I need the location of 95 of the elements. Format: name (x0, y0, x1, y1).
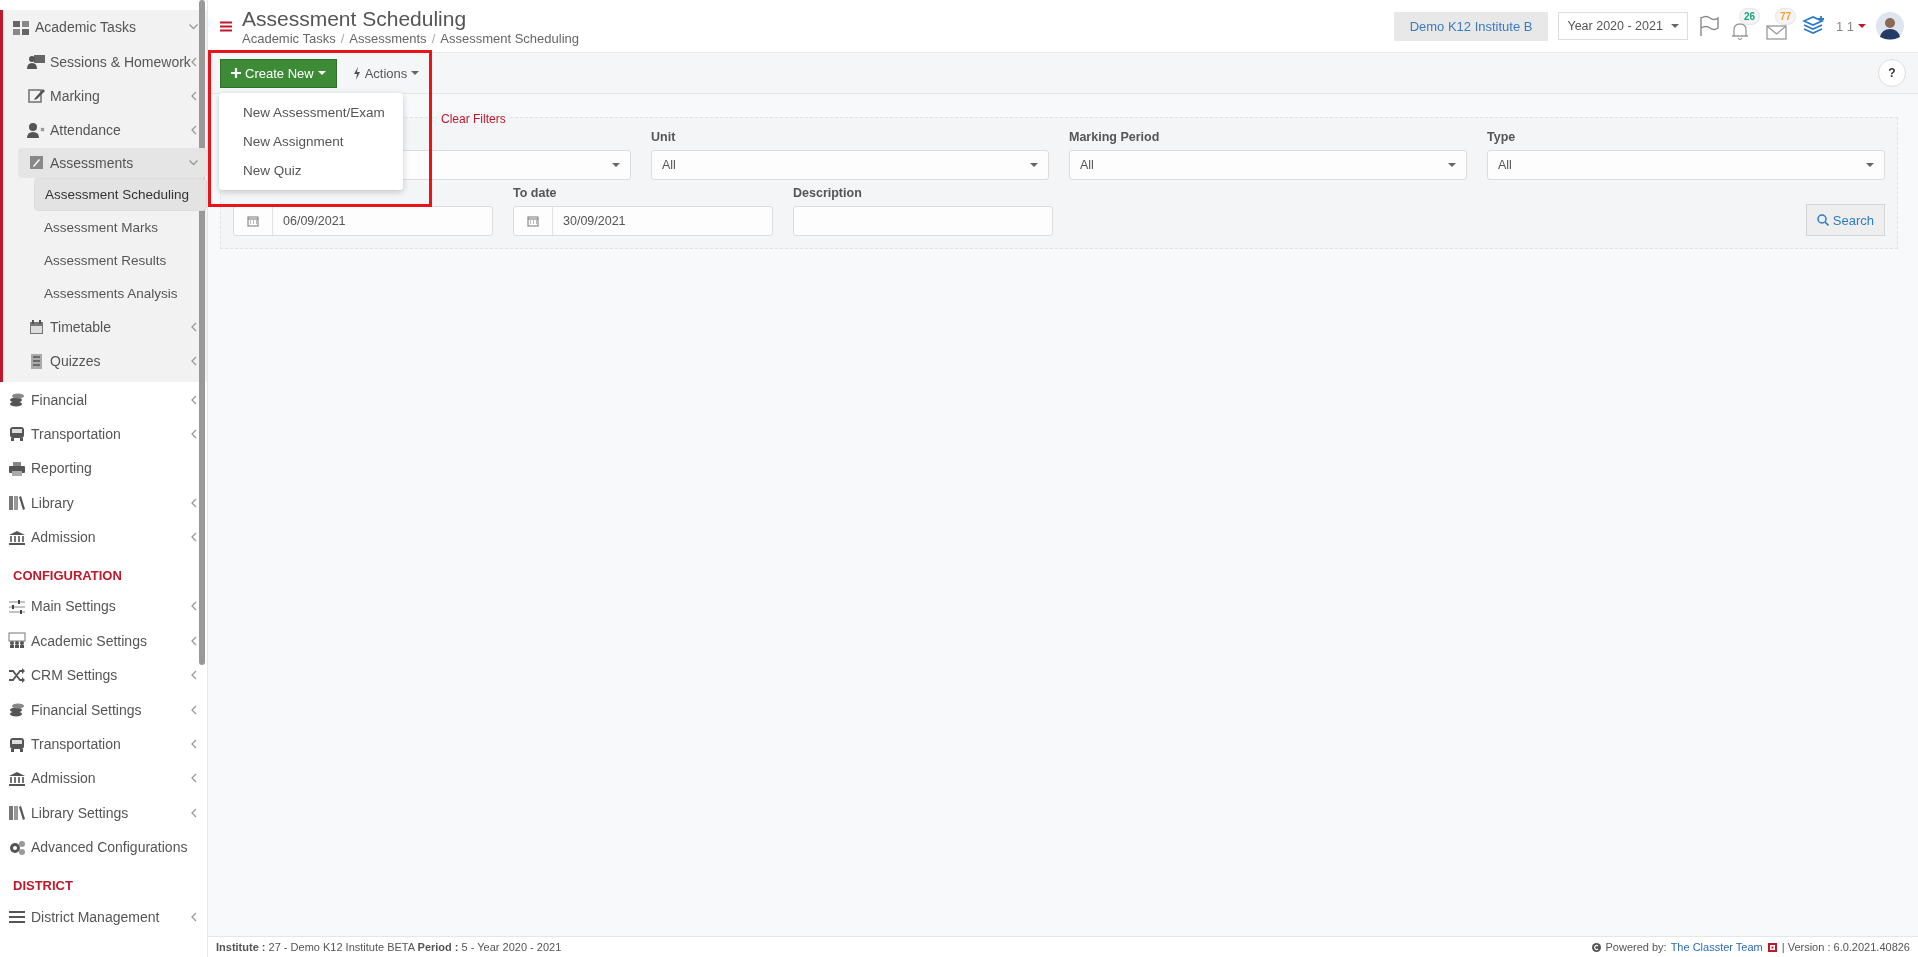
count-badge: 77 (1774, 8, 1797, 25)
logo-icon (1766, 941, 1778, 953)
sidebar-item[interactable]: Financial Settings (0, 692, 207, 727)
date-field[interactable]: 06/09/2021 (233, 206, 493, 236)
caret-icon[interactable] (1858, 24, 1866, 28)
section-heading: CONFIGURATION (12, 567, 123, 586)
sidebar-item[interactable]: Admission (0, 761, 207, 796)
sidebar-item[interactable]: Financial (0, 382, 207, 417)
sidebar-item[interactable]: Assessment Scheduling (34, 177, 207, 211)
group-icon (8, 632, 26, 650)
select-field[interactable]: All (1487, 150, 1885, 180)
calendar-icon (27, 318, 45, 336)
bars-icon (8, 908, 26, 926)
person-icon (27, 121, 45, 139)
grid-icon (12, 18, 30, 36)
select-field[interactable]: All (1069, 150, 1467, 180)
sidebar-item[interactable]: Academic Tasks (3, 10, 207, 45)
sidebar-item[interactable]: CRM Settings (0, 658, 207, 693)
coins-icon (8, 391, 26, 409)
presenter-icon (27, 53, 45, 71)
sidebar-item[interactable]: Marking (3, 78, 207, 114)
help-button[interactable]: ? (1878, 59, 1906, 87)
breadcrumb-separator: / (431, 30, 436, 46)
sidebar-item[interactable]: Academic Settings (0, 623, 207, 659)
shuffle-icon (8, 666, 26, 684)
plus-icon (231, 68, 241, 78)
page-title: Assessment Scheduling (242, 6, 468, 31)
sidebar-item[interactable]: Library Settings (0, 795, 207, 831)
section-heading: DISTRICT (12, 877, 74, 896)
institute-button[interactable]: Demo K12 Institute B (1393, 11, 1549, 41)
search-icon (1816, 214, 1829, 226)
scrollbar[interactable] (199, 0, 205, 665)
select-field[interactable]: All (651, 150, 1049, 180)
institute-info: Institute : 27 - Demo K12 Institute BETA Period : 5 - Year 2020 - 2021 (216, 941, 562, 953)
edit-icon (27, 87, 45, 105)
sidebar-item[interactable]: Library (0, 485, 207, 520)
clear-filters-link[interactable]: Clear Filters (437, 112, 510, 126)
sliders-icon (8, 598, 26, 615)
breadcrumb[interactable]: Assessment Scheduling (440, 30, 579, 46)
sidebar-item[interactable]: Timetable (3, 309, 207, 344)
mail-icon[interactable] (1765, 23, 1788, 41)
breadcrumb-separator: / (340, 30, 345, 46)
books-icon (8, 804, 26, 822)
date-field[interactable]: 30/09/2021 (513, 206, 773, 236)
field-label: Unit (651, 130, 677, 146)
sidebar-item[interactable]: Transportation (0, 416, 207, 452)
menu-item[interactable]: New Assignment (219, 127, 403, 156)
field-label: Description (793, 186, 863, 202)
menu-item[interactable]: New Assessment/Exam (219, 98, 403, 127)
sidebar-item[interactable]: Quizzes (3, 343, 207, 379)
coins-icon (8, 701, 26, 719)
bank-icon (8, 769, 26, 787)
sidebar-item[interactable]: Advanced Configurations (0, 830, 207, 865)
input-field[interactable] (793, 206, 1053, 236)
avatar[interactable] (1876, 12, 1904, 40)
sidebar-item[interactable]: Main Settings (0, 589, 207, 624)
calendar-icon (527, 215, 539, 227)
sidebar-item[interactable]: Assessment Marks (34, 210, 207, 244)
sidebar-item[interactable]: District Management (0, 899, 207, 934)
field-label: To date (513, 186, 558, 202)
actions-button[interactable]: Actions (344, 59, 428, 87)
sidebar-item[interactable]: Assessments Analysis (34, 276, 207, 310)
search-button[interactable]: Search (1805, 204, 1885, 236)
printer-icon (8, 459, 26, 477)
field-label: Type (1487, 130, 1517, 146)
team-link[interactable]: The Classter Team (1670, 941, 1763, 953)
bus-icon (8, 735, 26, 753)
powered-by-label: Powered by: (1605, 941, 1667, 953)
menu-icon[interactable] (220, 20, 232, 32)
flag-icon[interactable] (1697, 15, 1720, 37)
sidebar-item[interactable]: Assessment Results (34, 243, 207, 277)
create-new-button[interactable]: Create New (220, 58, 337, 88)
pencil-icon (27, 154, 45, 172)
bell-icon[interactable] (1729, 21, 1750, 41)
sidebar-item[interactable]: Admission (0, 519, 207, 555)
layers-plus-icon[interactable] (1801, 15, 1826, 37)
version-label: | Version : 6.0.2021.40826 (1781, 941, 1910, 953)
sidebar-item[interactable]: Attendance (3, 113, 207, 148)
menu-item[interactable]: New Quiz (219, 156, 403, 185)
count-badge: 26 (1738, 8, 1761, 25)
sidebar-item[interactable]: Transportation (0, 726, 207, 762)
bank-icon (8, 528, 26, 546)
bolt-icon (352, 66, 361, 80)
bus-icon (8, 425, 26, 443)
year-select[interactable]: Year 2020 - 2021 (1558, 12, 1688, 40)
field-label: Marking Period (1069, 130, 1161, 146)
breadcrumb[interactable]: Assessments (349, 30, 427, 46)
copyright-icon (1592, 942, 1602, 952)
sidebar-item[interactable]: Sessions & Homework (3, 44, 207, 79)
sidebar-item[interactable]: Reporting (0, 451, 207, 486)
books-icon (8, 494, 26, 512)
breadcrumb[interactable]: Academic Tasks (242, 30, 336, 46)
calendar-icon (247, 215, 259, 227)
user-name[interactable]: 1 1 (1835, 18, 1854, 34)
sidebar-item[interactable]: Assessments (18, 147, 207, 178)
